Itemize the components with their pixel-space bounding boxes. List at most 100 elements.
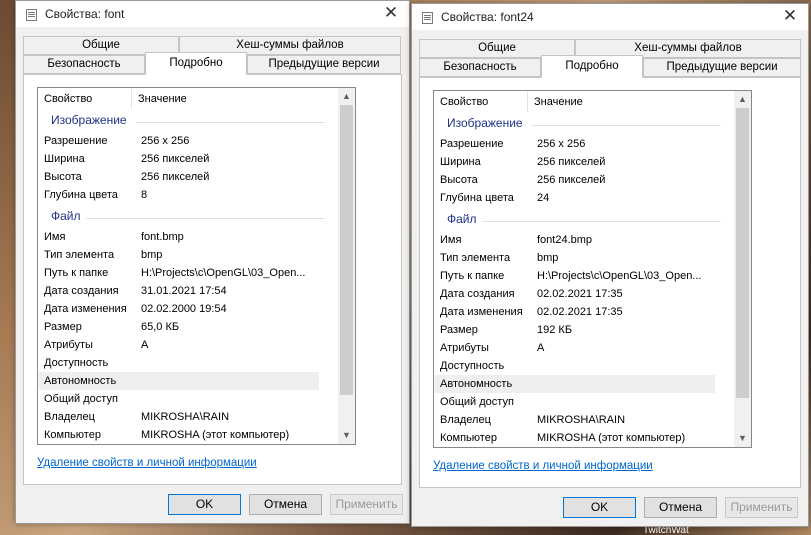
property-name: Высота	[440, 174, 478, 186]
list-item[interactable]: Ширина 256 пикселей	[440, 153, 720, 171]
property-name: Автономность	[440, 378, 513, 390]
scrollbar-thumb[interactable]	[340, 105, 353, 395]
list-item[interactable]: Дата создания 31.01.2021 17:54	[44, 282, 324, 300]
list-item[interactable]: Общий доступ	[440, 393, 720, 411]
column-header-value[interactable]: Значение	[534, 96, 583, 108]
property-value: bmp	[537, 252, 559, 264]
details-panel: Свойство Значение Изображение Разрешение…	[419, 77, 801, 488]
list-item[interactable]: Ширина 256 пикселей	[44, 150, 324, 168]
property-value: MIKROSHA\RAIN	[141, 411, 230, 423]
remove-properties-link[interactable]: Удаление свойств и личной информации	[37, 457, 257, 469]
list-item[interactable]: Глубина цвета 8	[44, 186, 324, 204]
list-item[interactable]: Имя font24.bmp	[440, 231, 720, 249]
list-item[interactable]: Владелец MIKROSHA\RAIN	[44, 408, 324, 426]
property-name: Разрешение	[440, 138, 504, 150]
property-value: 256 x 256	[537, 138, 586, 150]
column-separator[interactable]	[131, 89, 132, 109]
list-item[interactable]: Доступность	[44, 354, 324, 372]
property-name: Разрешение	[44, 135, 108, 147]
tab-details[interactable]: Подробно	[145, 52, 247, 75]
property-value: 256 пикселей	[537, 174, 606, 186]
title-bar[interactable]: Свойства: font24 ✕	[412, 4, 808, 30]
tab-security[interactable]: Безопасность	[23, 55, 145, 74]
property-name: Глубина цвета	[44, 189, 118, 201]
group-divider	[86, 218, 325, 219]
list-item[interactable]: Высота 256 пикселей	[44, 168, 324, 186]
property-value: H:\Projects\c\OpenGL\03_Open...	[141, 267, 306, 279]
properties-list[interactable]: Свойство Значение Изображение Разрешение…	[37, 87, 356, 445]
close-icon[interactable]: ✕	[381, 3, 401, 23]
list-item[interactable]: Разрешение 256 x 256	[440, 135, 720, 153]
property-name: Размер	[440, 324, 478, 336]
list-item[interactable]: Путь к папке H:\Projects\c\OpenGL\03_Open…	[44, 264, 324, 282]
property-value: 24	[537, 192, 550, 204]
scroll-down-icon[interactable]: ▼	[734, 430, 751, 447]
scroll-up-icon[interactable]: ▲	[338, 88, 355, 105]
scroll-up-icon[interactable]: ▲	[734, 91, 751, 108]
apply-button[interactable]: Применить	[725, 497, 798, 518]
ok-button[interactable]: OK	[563, 497, 636, 518]
property-name: Дата изменения	[440, 306, 523, 318]
column-header-value[interactable]: Значение	[138, 93, 187, 105]
list-item[interactable]: Доступность	[440, 357, 720, 375]
tab-security[interactable]: Безопасность	[419, 58, 541, 77]
property-name: Доступность	[440, 360, 505, 372]
property-value: 02.02.2021 17:35	[537, 306, 623, 318]
properties-list[interactable]: Свойство Значение Изображение Разрешение…	[433, 90, 752, 448]
window-title: Свойства: font24	[441, 10, 534, 24]
scrollbar-thumb[interactable]	[736, 108, 749, 398]
list-item[interactable]: Разрешение 256 x 256	[44, 132, 324, 150]
list-item[interactable]: Компьютер MIKROSHA (этот компьютер)	[440, 429, 720, 447]
tab-strip: Общие Хеш-суммы файлов Безопасность Подр…	[23, 36, 402, 75]
list-item[interactable]: Дата изменения 02.02.2000 19:54	[44, 300, 324, 318]
list-item[interactable]: Размер 192 КБ	[440, 321, 720, 339]
list-item[interactable]: Имя font.bmp	[44, 228, 324, 246]
property-value: MIKROSHA\RAIN	[537, 414, 626, 426]
property-value: 256 пикселей	[141, 153, 210, 165]
remove-properties-link[interactable]: Удаление свойств и личной информации	[433, 460, 653, 472]
file-icon	[422, 12, 433, 24]
apply-button[interactable]: Применить	[330, 494, 403, 515]
list-item[interactable]: Высота 256 пикселей	[440, 171, 720, 189]
ok-button[interactable]: OK	[168, 494, 241, 515]
property-name: Имя	[440, 234, 462, 246]
property-name: Дата изменения	[44, 303, 127, 315]
list-item[interactable]: Компьютер MIKROSHA (этот компьютер)	[44, 426, 324, 444]
property-name: Автономность	[44, 375, 117, 387]
property-value: 02.02.2000 19:54	[141, 303, 227, 315]
list-item[interactable]: Автономность	[39, 372, 319, 390]
column-header-property[interactable]: Свойство	[44, 93, 92, 105]
property-name: Тип элемента	[440, 252, 511, 264]
list-item[interactable]: Атрибуты A	[44, 336, 324, 354]
property-value: 8	[141, 189, 148, 201]
list-item[interactable]: Дата изменения 02.02.2021 17:35	[440, 303, 720, 321]
list-item[interactable]: Дата создания 02.02.2021 17:35	[440, 285, 720, 303]
cancel-button[interactable]: Отмена	[249, 494, 322, 515]
list-item[interactable]: Общий доступ	[44, 390, 324, 408]
tab-previous-versions[interactable]: Предыдущие версии	[247, 55, 401, 74]
list-item[interactable]: Тип элемента bmp	[440, 249, 720, 267]
scroll-down-icon[interactable]: ▼	[338, 427, 355, 444]
property-value: 02.02.2021 17:35	[537, 288, 623, 300]
list-item[interactable]: Глубина цвета 24	[440, 189, 720, 207]
vertical-scrollbar[interactable]: ▲ ▼	[734, 91, 751, 447]
column-header-property[interactable]: Свойство	[440, 96, 488, 108]
list-item[interactable]: Владелец MIKROSHA\RAIN	[440, 411, 720, 429]
property-value: A	[537, 342, 545, 354]
property-name: Дата создания	[440, 288, 515, 300]
list-item[interactable]: Размер 65,0 КБ	[44, 318, 324, 336]
close-icon[interactable]: ✕	[780, 6, 800, 26]
vertical-scrollbar[interactable]: ▲ ▼	[338, 88, 355, 444]
list-item[interactable]: Тип элемента bmp	[44, 246, 324, 264]
list-item[interactable]: Путь к папке H:\Projects\c\OpenGL\03_Open…	[440, 267, 720, 285]
title-bar[interactable]: Свойства: font ✕	[16, 1, 409, 27]
column-separator[interactable]	[527, 92, 528, 112]
list-item[interactable]: Атрибуты A	[440, 339, 720, 357]
tab-previous-versions[interactable]: Предыдущие версии	[643, 58, 801, 77]
property-value: MIKROSHA (этот компьютер)	[537, 432, 686, 444]
property-value: H:\Projects\c\OpenGL\03_Open...	[537, 270, 702, 282]
property-name: Атрибуты	[44, 339, 93, 351]
tab-details[interactable]: Подробно	[541, 55, 643, 78]
cancel-button[interactable]: Отмена	[644, 497, 717, 518]
list-item[interactable]: Автономность	[435, 375, 715, 393]
